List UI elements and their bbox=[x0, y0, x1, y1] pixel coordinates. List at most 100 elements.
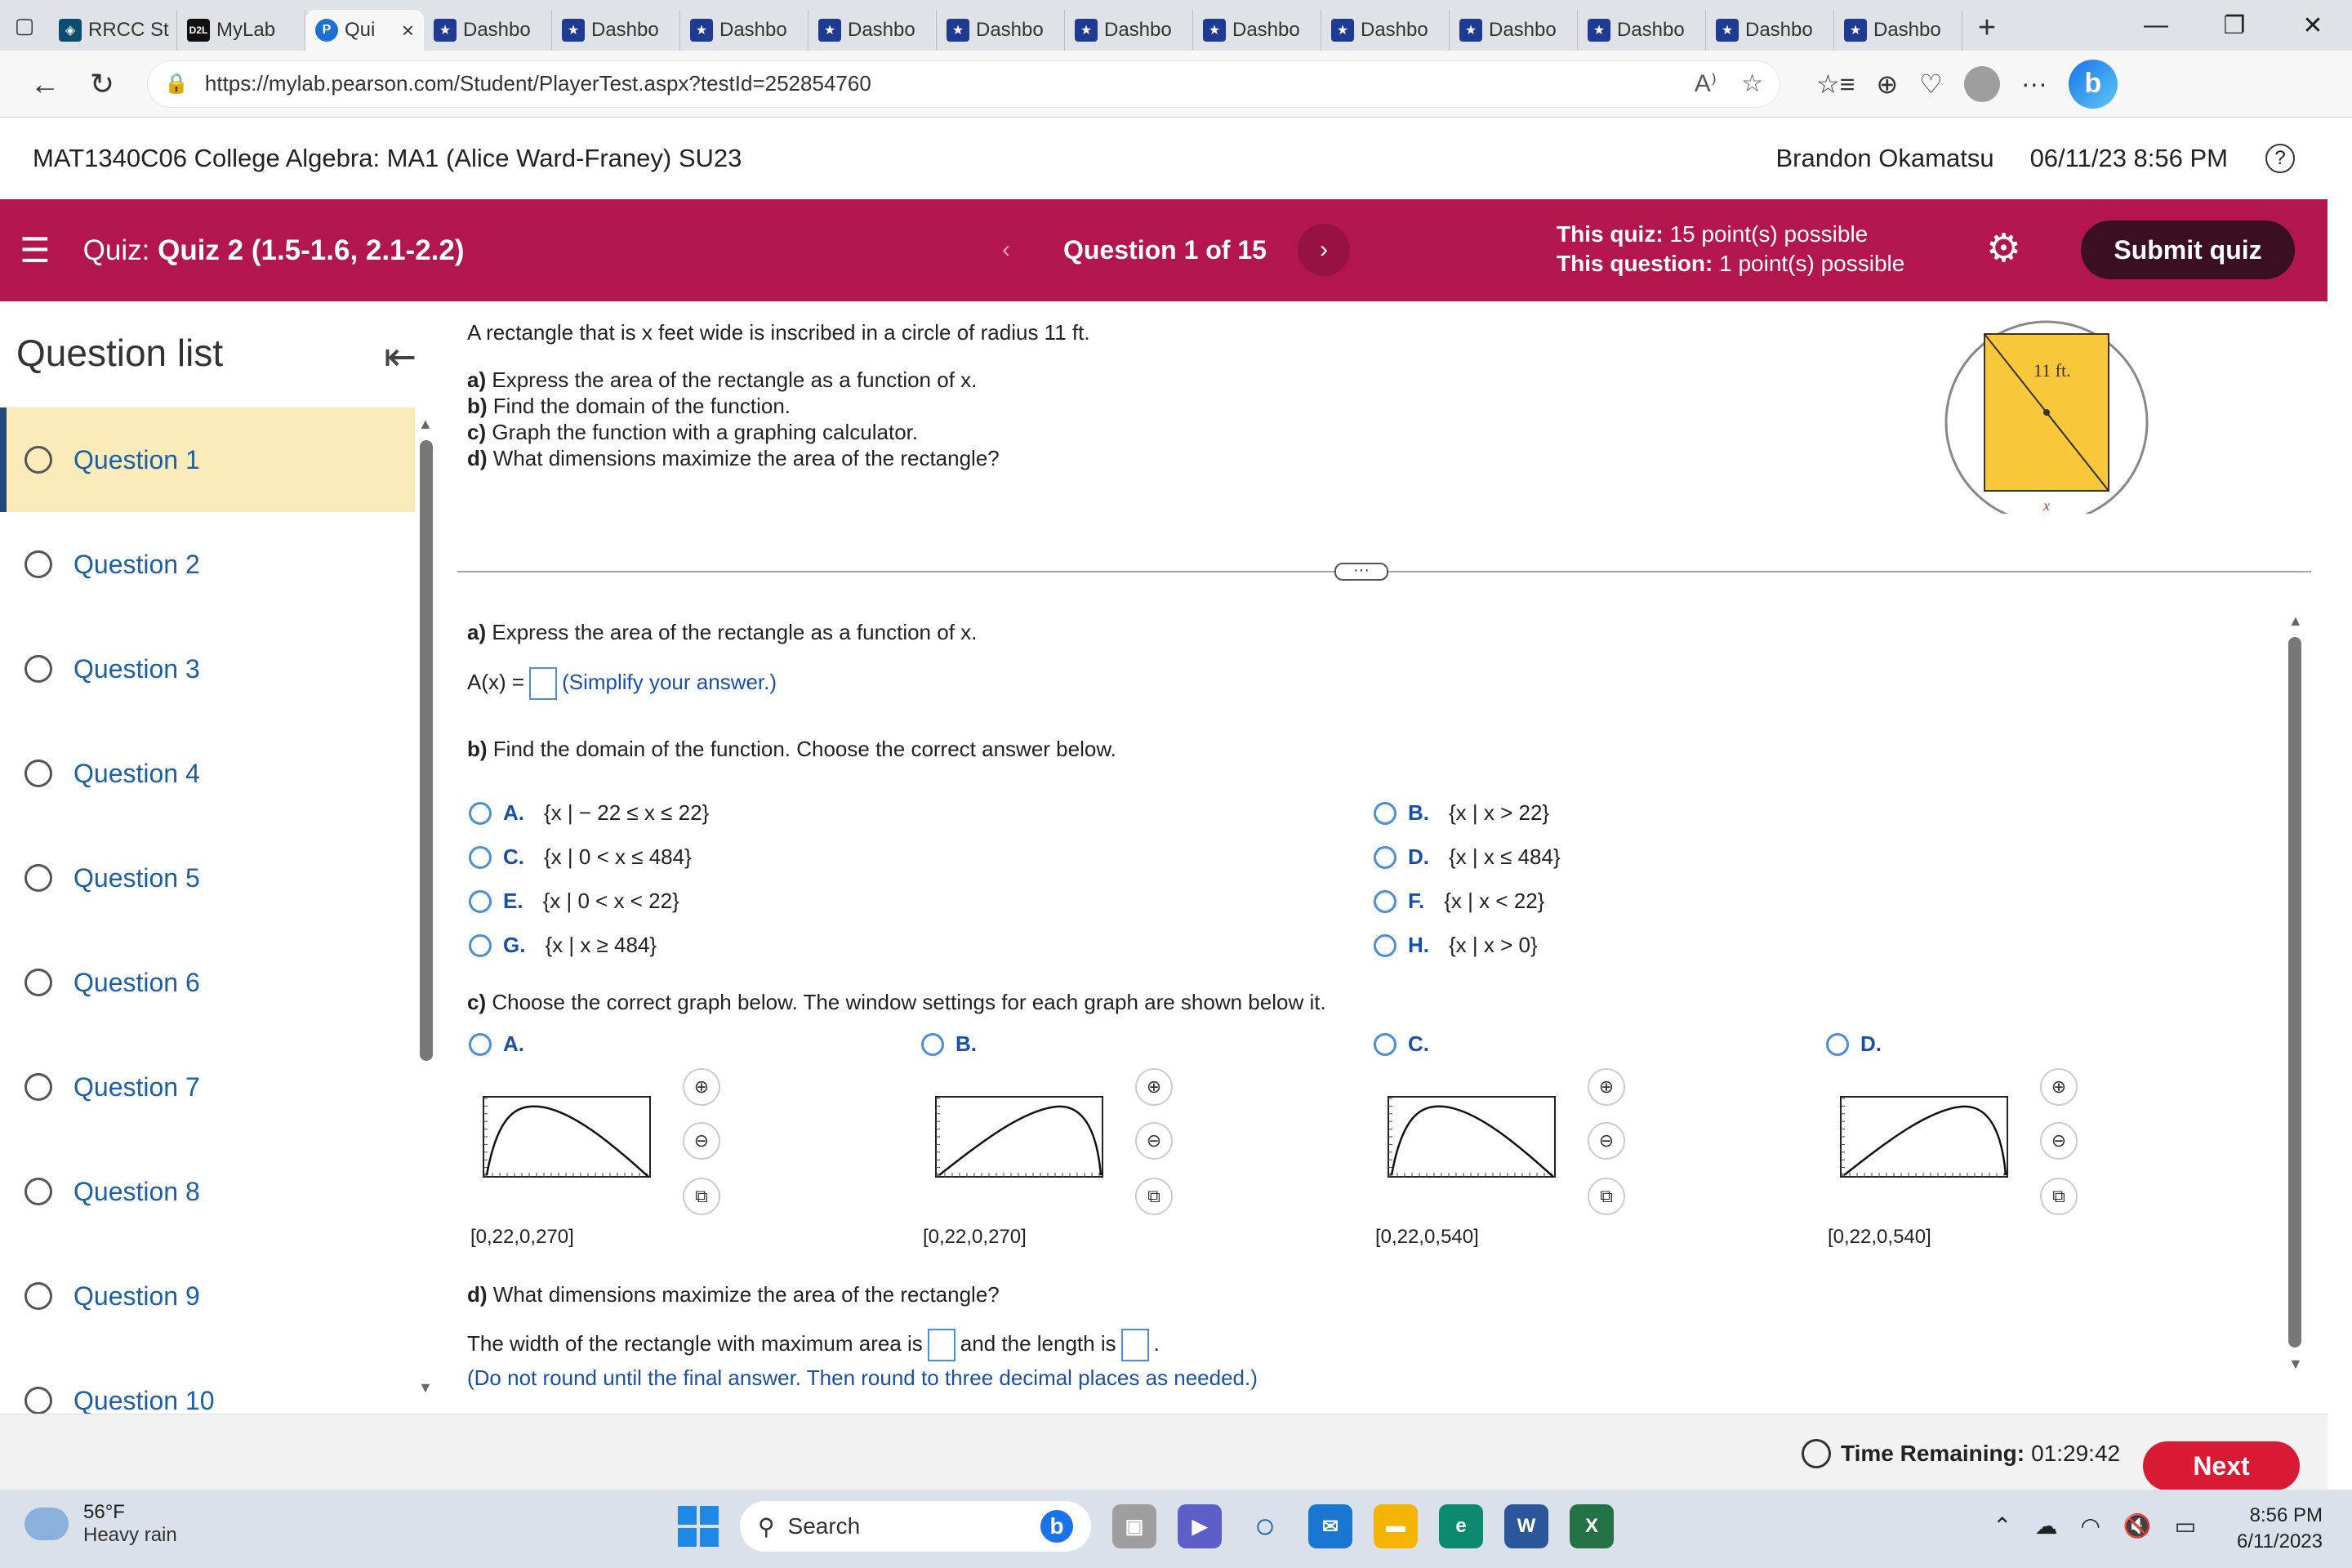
minimize-icon[interactable]: — bbox=[2117, 0, 2195, 51]
radio-button[interactable] bbox=[469, 933, 492, 957]
browser-tab[interactable]: ★ Dashbo bbox=[1706, 10, 1834, 51]
domain-choice[interactable]: F. {x | x < 22} bbox=[1374, 889, 1544, 914]
zoom-in-icon[interactable]: ⊕ bbox=[683, 1068, 720, 1106]
graph-choice[interactable]: D. bbox=[1826, 1031, 1901, 1057]
submit-quiz-button[interactable]: Submit quiz bbox=[2081, 220, 2295, 279]
question-list-item[interactable]: Question 1 bbox=[0, 408, 415, 512]
more-icon[interactable]: ··· bbox=[2021, 69, 2047, 99]
question-list-item[interactable]: Question 7 bbox=[0, 1035, 416, 1139]
address-bar[interactable]: 🔒 https://mylab.pearson.com/Student/Play… bbox=[147, 60, 1780, 108]
question-list-scrollbar[interactable]: ▲ ▼ bbox=[418, 416, 433, 1396]
bing-icon[interactable]: b bbox=[2068, 59, 2118, 109]
edge-icon[interactable]: e bbox=[1439, 1504, 1483, 1548]
scroll-up-icon[interactable]: ▲ bbox=[418, 416, 433, 433]
domain-choice[interactable]: B. {x | x > 22} bbox=[1374, 800, 1549, 826]
collections-icon[interactable]: ⊕ bbox=[1876, 69, 1898, 100]
radio-button[interactable] bbox=[1374, 845, 1396, 869]
teams-icon[interactable]: ▶ bbox=[1178, 1504, 1222, 1548]
help-icon[interactable]: ? bbox=[2265, 144, 2295, 173]
zoom-out-icon[interactable]: ⊖ bbox=[1135, 1122, 1173, 1160]
taskbar-clock[interactable]: 8:56 PM 6/11/2023 bbox=[2221, 1503, 2323, 1555]
previous-question-button[interactable]: ‹ bbox=[980, 224, 1032, 276]
browser-tab[interactable]: ★ Dashbo bbox=[1450, 10, 1578, 51]
browser-tab[interactable]: ★ Dashbo bbox=[1834, 10, 1962, 51]
question-scrollbar[interactable]: ▲ ▼ bbox=[2285, 612, 2305, 1388]
radio-button[interactable] bbox=[1374, 801, 1396, 825]
taskbar-search[interactable]: ⚲ Search b bbox=[740, 1501, 1091, 1552]
domain-choice[interactable]: H. {x | x > 0} bbox=[1374, 933, 1538, 958]
area-answer-input[interactable] bbox=[529, 667, 558, 700]
scroll-up-icon[interactable]: ▲ bbox=[2288, 612, 2303, 630]
settings-gear-icon[interactable]: ⚙ bbox=[1986, 225, 2021, 271]
new-tab-button[interactable]: + bbox=[1962, 7, 2011, 48]
browser-tab[interactable]: ★ Dashbo bbox=[424, 10, 552, 51]
open-in-popup-icon[interactable]: ⧉ bbox=[1135, 1178, 1173, 1215]
weather-widget[interactable]: 56°F Heavy rain bbox=[24, 1501, 177, 1547]
graph-choice[interactable]: A. bbox=[469, 1031, 544, 1057]
favorites-icon[interactable]: ☆≡ bbox=[1816, 69, 1855, 100]
question-list-item[interactable]: Question 5 bbox=[0, 826, 416, 930]
browser-tab[interactable]: ★ Dashbo bbox=[1578, 10, 1706, 51]
radio-button[interactable] bbox=[469, 1032, 492, 1056]
radio-button[interactable] bbox=[469, 845, 492, 869]
collapse-panel-icon[interactable]: ⇤ bbox=[384, 334, 416, 380]
open-in-popup-icon[interactable]: ⧉ bbox=[2040, 1178, 2078, 1215]
domain-choice[interactable]: A. {x | − 22 ≤ x ≤ 22} bbox=[469, 800, 709, 826]
windows-start-icon[interactable] bbox=[678, 1506, 719, 1547]
back-icon[interactable]: ← bbox=[16, 56, 74, 113]
radio-button[interactable] bbox=[1374, 1032, 1396, 1056]
browser-tab[interactable]: ★ Dashbo bbox=[1321, 10, 1450, 51]
performance-icon[interactable]: ♡ bbox=[1919, 69, 1943, 100]
zoom-out-icon[interactable]: ⊖ bbox=[1588, 1122, 1625, 1160]
word-icon[interactable]: W bbox=[1504, 1504, 1548, 1548]
question-list-item[interactable]: Question 2 bbox=[0, 512, 416, 617]
scrollbar-thumb[interactable] bbox=[2288, 637, 2301, 1348]
close-tab-icon[interactable]: × bbox=[402, 18, 414, 43]
scroll-down-icon[interactable]: ▼ bbox=[2288, 1356, 2303, 1373]
scroll-down-icon[interactable]: ▼ bbox=[418, 1379, 433, 1396]
mail-icon[interactable]: ✉ bbox=[1308, 1504, 1352, 1548]
radio-button[interactable] bbox=[1374, 889, 1396, 913]
browser-tab[interactable]: ★ Dashbo bbox=[1193, 10, 1321, 51]
question-list-item[interactable]: Question 6 bbox=[0, 930, 416, 1035]
favorite-star-icon[interactable]: ☆ bbox=[1741, 69, 1763, 98]
open-in-popup-icon[interactable]: ⧉ bbox=[1588, 1178, 1625, 1215]
restore-icon[interactable]: ❐ bbox=[2195, 0, 2274, 51]
cortana-icon[interactable]: ○ bbox=[1243, 1504, 1287, 1548]
excel-icon[interactable]: X bbox=[1570, 1504, 1614, 1548]
battery-icon[interactable]: ▭ bbox=[2175, 1512, 2196, 1539]
profile-avatar[interactable] bbox=[1963, 65, 2000, 102]
zoom-out-icon[interactable]: ⊖ bbox=[683, 1122, 720, 1160]
domain-choice[interactable]: E. {x | 0 < x < 22} bbox=[469, 889, 679, 914]
open-in-popup-icon[interactable]: ⧉ bbox=[683, 1178, 720, 1215]
read-aloud-icon[interactable]: A⁾ bbox=[1695, 69, 1717, 98]
refresh-icon[interactable]: ↻ bbox=[74, 56, 131, 113]
length-answer-input[interactable] bbox=[1120, 1329, 1149, 1361]
tab-actions-icon[interactable]: ▢ bbox=[0, 0, 49, 51]
chevron-up-icon[interactable]: ⌃ bbox=[1993, 1512, 2011, 1539]
zoom-in-icon[interactable]: ⊕ bbox=[2040, 1068, 2078, 1106]
browser-tab[interactable]: ★ Dashbo bbox=[1065, 10, 1193, 51]
radio-button[interactable] bbox=[1826, 1032, 1849, 1056]
browser-tab[interactable]: ★ Dashbo bbox=[808, 10, 937, 51]
speaker-muted-icon[interactable]: 🔇 bbox=[2123, 1512, 2152, 1539]
radio-button[interactable] bbox=[1374, 933, 1396, 957]
file-explorer-icon[interactable]: ▬ bbox=[1374, 1504, 1418, 1548]
scrollbar-thumb[interactable] bbox=[420, 440, 433, 1061]
browser-tab[interactable]: P Qui × bbox=[305, 10, 424, 51]
browser-tab[interactable]: ◈ RRCC St bbox=[49, 10, 177, 51]
browser-tab[interactable]: ★ Dashbo bbox=[552, 10, 680, 51]
radio-button[interactable] bbox=[469, 801, 492, 825]
question-list-item[interactable]: Question 9 bbox=[0, 1244, 416, 1348]
question-list-item[interactable]: Question 3 bbox=[0, 617, 416, 721]
browser-tab[interactable]: ★ Dashbo bbox=[680, 10, 808, 51]
browser-tab[interactable]: D2L MyLab bbox=[177, 10, 305, 51]
browser-tab[interactable]: ★ Dashbo bbox=[937, 10, 1065, 51]
domain-choice[interactable]: C. {x | 0 < x ≤ 484} bbox=[469, 844, 692, 870]
menu-icon[interactable]: ☰ bbox=[20, 230, 51, 270]
graph-choice[interactable]: C. bbox=[1374, 1031, 1449, 1057]
divider-handle[interactable]: ··· bbox=[1334, 562, 1388, 581]
zoom-out-icon[interactable]: ⊖ bbox=[2040, 1122, 2078, 1160]
domain-choice[interactable]: D. {x | x ≤ 484} bbox=[1374, 844, 1561, 870]
radio-button[interactable] bbox=[469, 889, 492, 913]
